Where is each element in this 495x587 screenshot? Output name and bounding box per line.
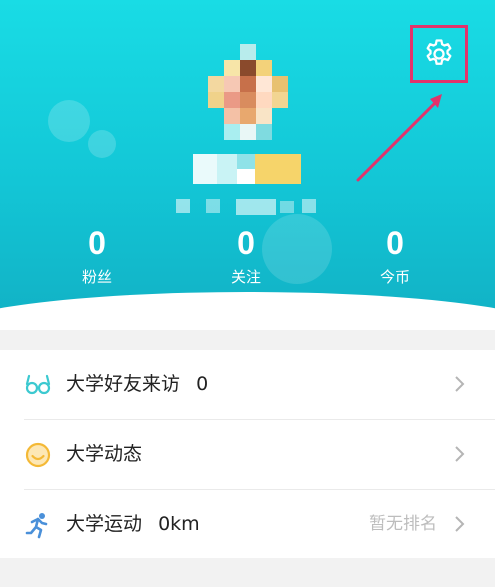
stat-value: 0 xyxy=(386,225,404,261)
user-id-pixelated xyxy=(176,199,316,217)
menu-list: 大学好友来访 0 大学动态 大学运动 0km 暂无排名 xyxy=(0,350,495,558)
stat-label: 今币 xyxy=(379,268,410,286)
menu-item-university-sports[interactable]: 大学运动 0km 暂无排名 xyxy=(0,490,495,558)
decor-bubble xyxy=(88,130,116,158)
menu-item-text: 大学动态 xyxy=(66,440,142,468)
annotation-arrow xyxy=(356,94,442,182)
settings-button[interactable] xyxy=(410,25,468,83)
stat-value: 0 xyxy=(88,225,106,261)
menu-item-university-news[interactable]: 大学动态 xyxy=(0,420,495,488)
decor-bubble xyxy=(48,100,90,142)
menu-item-label: 大学运动 xyxy=(66,513,143,535)
stat-label: 关注 xyxy=(230,268,261,286)
menu-item-label: 大学动态 xyxy=(66,443,143,465)
stat-fans[interactable]: 0 粉丝 xyxy=(37,224,157,288)
menu-item-value: 0km xyxy=(158,513,200,535)
menu-item-label: 大学好友来访 xyxy=(66,373,181,395)
menu-item-text: 大学运动 0km xyxy=(66,510,200,538)
chevron-right-icon xyxy=(455,376,465,392)
running-icon xyxy=(25,513,48,539)
stat-label: 粉丝 xyxy=(81,268,112,286)
stat-following[interactable]: 0 关注 xyxy=(186,224,306,288)
menu-item-value: 0 xyxy=(196,373,209,395)
stat-value: 0 xyxy=(237,225,255,261)
stats-bar: 0 粉丝 0 关注 0 今币 xyxy=(0,224,495,288)
chevron-right-icon xyxy=(455,446,465,462)
profile-header: 0 粉丝 0 关注 0 今币 xyxy=(0,0,495,330)
chevron-right-icon xyxy=(455,516,465,532)
stat-coins[interactable]: 0 今币 xyxy=(335,224,455,288)
menu-item-text: 大学好友来访 0 xyxy=(66,370,208,398)
avatar[interactable] xyxy=(208,44,288,140)
smile-icon xyxy=(25,442,51,468)
ranking-status: 暂无排名 xyxy=(369,514,437,534)
glasses-icon xyxy=(25,374,51,395)
username-pixelated xyxy=(193,154,301,184)
gear-icon xyxy=(426,39,452,65)
header-curve xyxy=(0,292,495,330)
menu-item-friend-visits[interactable]: 大学好友来访 0 xyxy=(0,350,495,418)
